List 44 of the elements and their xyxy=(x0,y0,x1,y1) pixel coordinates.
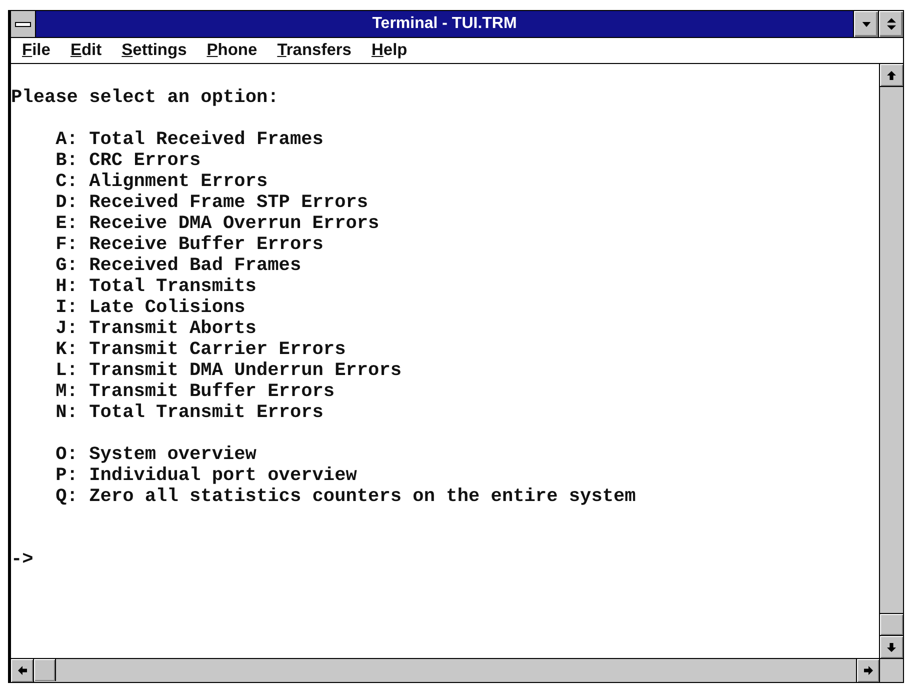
dash-icon xyxy=(15,22,31,26)
scroll-down-button[interactable] xyxy=(880,635,903,658)
menu-item[interactable]: Settings xyxy=(112,40,197,61)
menu-item[interactable]: Transfers xyxy=(267,40,362,61)
menu-item[interactable]: Help xyxy=(361,40,418,61)
menu-option-line: K: Transmit Carrier Errors xyxy=(56,339,346,360)
menu-option-line: C: Alignment Errors xyxy=(56,171,268,192)
scroll-thumb[interactable] xyxy=(34,659,56,681)
menu-option-line: G: Received Bad Frames xyxy=(56,255,302,276)
horizontal-scrollbar[interactable] xyxy=(11,659,879,682)
down-triangle-icon xyxy=(862,22,870,26)
menu-option-line: N: Total Transmit Errors xyxy=(56,402,324,423)
scroll-right-button[interactable] xyxy=(856,659,879,682)
menu-option-line: B: CRC Errors xyxy=(56,150,201,171)
restore-button[interactable] xyxy=(878,11,903,37)
up-down-triangles-icon xyxy=(886,18,896,30)
arrow-left-icon xyxy=(18,666,26,675)
menu-item[interactable]: Edit xyxy=(60,40,112,61)
minimize-button[interactable] xyxy=(853,11,878,37)
scroll-up-button[interactable] xyxy=(880,64,903,87)
menu-item[interactable]: File xyxy=(12,40,60,61)
menu-item[interactable]: Phone xyxy=(196,40,268,61)
arrow-right-icon xyxy=(864,666,872,675)
arrow-up-icon xyxy=(887,70,896,80)
menu-option-line: P: Individual port overview xyxy=(56,465,357,486)
menu-option-line: A: Total Received Frames xyxy=(56,129,324,150)
scroll-left-button[interactable] xyxy=(11,659,34,682)
window-title: Terminal - TUI.TRM xyxy=(371,14,518,34)
command-prompt: -> xyxy=(11,549,34,570)
menu-option-line: Q: Zero all statistics counters on the entire system xyxy=(56,486,636,507)
menu-option-line: I: Late Colisions xyxy=(56,297,246,318)
menu-option-line: E: Receive DMA Overrun Errors xyxy=(56,213,380,234)
menu-option-line: J: Transmit Aborts xyxy=(56,318,256,339)
menu-option-line: F: Receive Buffer Errors xyxy=(56,234,324,255)
system-menu-button[interactable] xyxy=(11,11,36,37)
menu-option-line: M: Transmit Buffer Errors xyxy=(56,381,335,402)
menu-option-line: H: Total Transmits xyxy=(56,276,256,297)
menu-option-line: D: Received Frame STP Errors xyxy=(56,192,368,213)
arrow-down-icon xyxy=(887,642,896,652)
menu-option-line: L: Transmit DMA Underrun Errors xyxy=(56,360,402,381)
vertical-scrollbar[interactable] xyxy=(879,64,903,658)
menu-option-line: O: System overview xyxy=(56,444,256,465)
scroll-thumb[interactable] xyxy=(880,613,903,635)
terminal-heading: Please select an option: xyxy=(11,87,279,108)
